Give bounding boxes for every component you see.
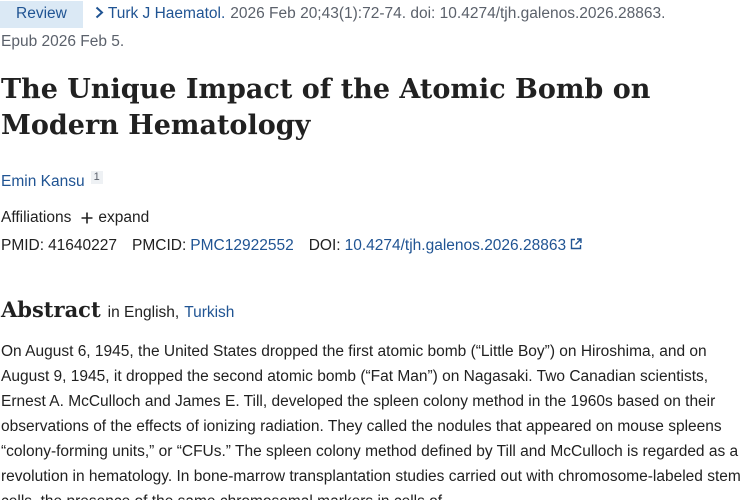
authors-list: Emin Kansu 1 [1,171,103,191]
article-page: Review Turk J Haematol. 2026 Feb 20;43(1… [0,0,750,500]
expand-label: expand [98,209,150,226]
identifiers-line: PMID: 41640227 PMCID: PMC12922552 DOI: 1… [1,237,582,255]
external-link-icon[interactable] [570,237,582,255]
journal-link[interactable]: Turk J Haematol. [108,5,225,23]
abstract-text: On August 6, 1945, the United States dro… [1,343,741,500]
pmcid-label: PMCID: [132,237,187,254]
article-title: The Unique Impact of the Atomic Bomb on … [1,74,651,141]
abstract-heading: Abstract [1,297,101,322]
affiliations-toggle[interactable]: Affiliations expand [1,209,149,227]
plus-icon [81,210,93,226]
abstract-header: Abstract in English, Turkish [1,296,234,324]
pmid-value: 41640227 [48,237,118,254]
article-type-badge: Review [0,0,83,28]
doi-link[interactable]: 10.4274/tjh.galenos.2026.28863 [345,237,567,255]
abstract-turkish-link[interactable]: Turkish [184,304,234,322]
affiliations-label: Affiliations [1,209,72,226]
doi-label: DOI: [308,237,341,254]
epub-date: Epub 2026 Feb 5. [1,33,125,50]
abstract-language-label: in English, [107,304,180,321]
chevron-right-icon[interactable] [95,6,104,23]
citation-details: 2026 Feb 20;43(1):72-74. doi: 10.4274/tj… [230,5,666,22]
pmid-label: PMID: [1,237,45,254]
citation-line: Review Turk J Haematol. 2026 Feb 20;43(1… [0,0,665,28]
author-link[interactable]: Emin Kansu [1,173,85,190]
affiliation-ref-link[interactable]: 1 [90,171,103,184]
pmcid-link[interactable]: PMC12922552 [190,237,293,255]
